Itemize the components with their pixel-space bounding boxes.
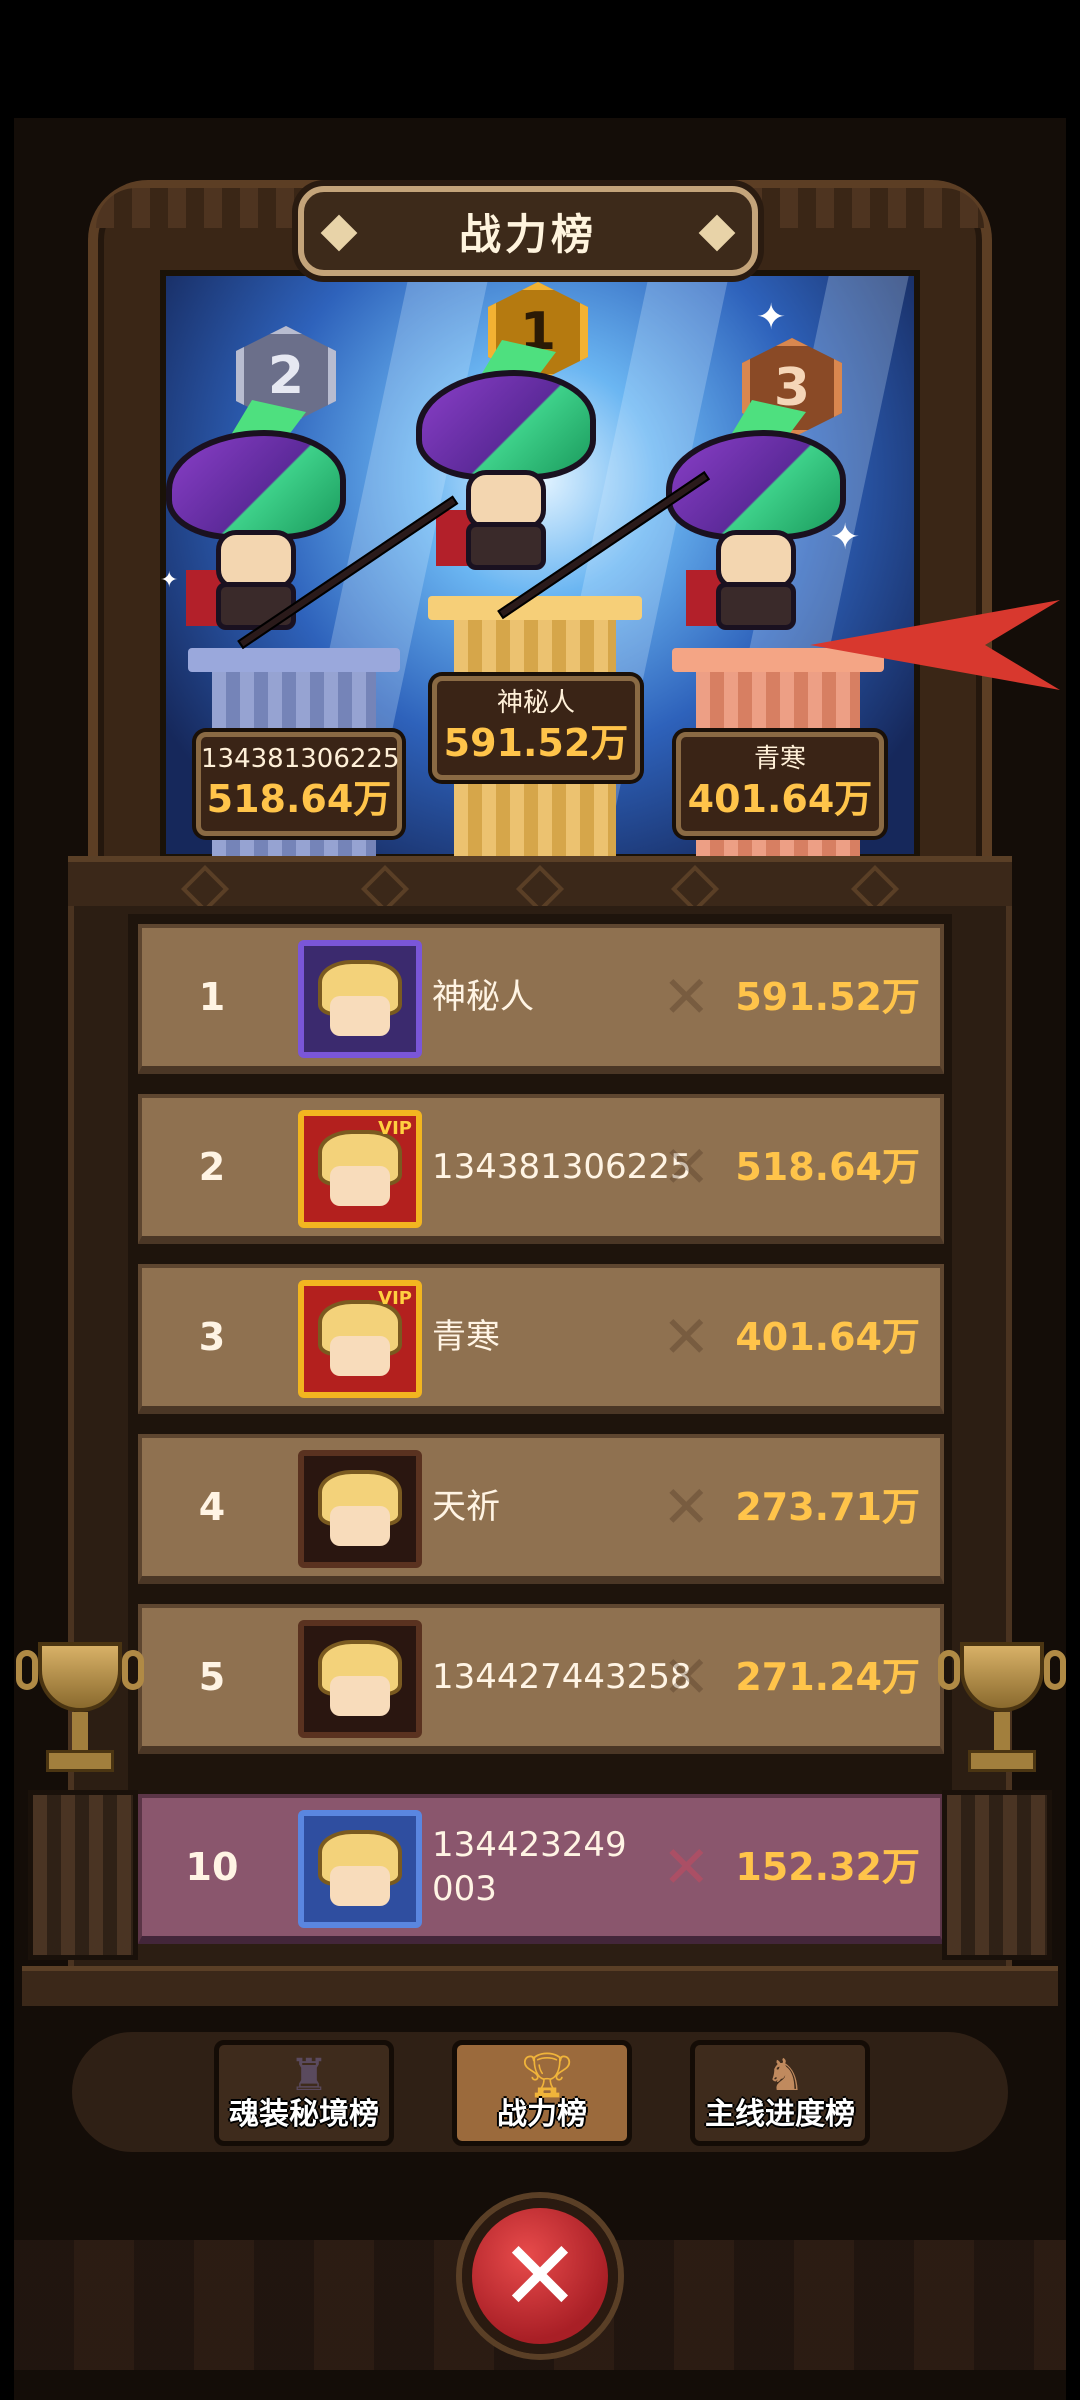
podium-hero-second [146,400,366,630]
crossed-swords-icon: ✕ [662,1303,711,1371]
podium-player-power: 591.52万 [443,721,629,765]
tab-label: 魂装秘境榜 [229,2097,379,2132]
player-name: 神秘人 [432,977,534,1017]
player-power: 518.64万 [735,1145,920,1189]
podium-player-name: 134381306225 [201,744,400,774]
tab-label: 主线进度榜 [705,2097,855,2132]
podium-hero-third [646,400,866,630]
player-power: 271.24万 [735,1655,920,1699]
podium-player-name: 青寒 [753,744,806,774]
player-avatar[interactable] [298,1450,422,1568]
vip-badge: VIP [378,1288,412,1309]
crossed-swords-icon: ✕ [662,963,711,1031]
right-pedestal [942,1790,1052,1960]
my-ranking-row[interactable]: 10 134423249003 ✕ 152.32万 [138,1794,944,1944]
crossed-swords-icon: ✕ [662,1473,711,1541]
podium-player-name: 神秘人 [496,688,575,718]
player-power: 152.32万 [735,1845,920,1889]
diamond-ornament-icon [698,214,736,252]
player-power: 273.71万 [735,1485,920,1529]
ranking-row[interactable]: 3 VIP 青寒 ✕ 401.64万 [138,1264,944,1414]
rank-number: 2 [198,1145,226,1189]
sparkle-icon: ✦ [756,297,787,338]
crossed-swords-icon: ✕ [662,1643,711,1711]
podium-score-first: 神秘人 591.52万 [432,676,640,780]
ranking-row[interactable]: 2 VIP 134381306225 ✕ 518.64万 [138,1094,944,1244]
left-pedestal [28,1790,138,1960]
player-name: 134381306225 [432,1147,692,1187]
close-button[interactable]: ✕ [462,2198,618,2354]
player-avatar[interactable] [298,1810,422,1928]
player-avatar[interactable] [298,1620,422,1738]
leaderboard-title-banner: 战力榜 [298,186,758,276]
page-title: 战力榜 [458,209,597,259]
player-name: 134427443258 [432,1657,692,1697]
rank-number: 5 [198,1655,226,1699]
tab-soul-gear-realm-ranking[interactable]: ♜ 魂装秘境榜 [214,2040,394,2146]
player-power: 591.52万 [735,975,920,1019]
close-icon: ✕ [499,2220,581,2332]
ranking-row[interactable]: 1 神秘人 ✕ 591.52万 [138,924,944,1074]
podium-player-power: 518.64万 [206,777,392,821]
podium-score-third: 青寒 401.64万 [676,732,884,836]
player-avatar[interactable]: VIP [298,1110,422,1228]
list-top-ornament [68,856,1012,914]
rank-number: 1 [198,975,226,1019]
tab-main-progress-ranking[interactable]: ♞ 主线进度榜 [690,2040,870,2146]
player-name: 青寒 [432,1317,500,1357]
crossed-swords-icon: ✕ [662,1133,711,1201]
tab-label: 战力榜 [497,2097,587,2132]
ranking-row[interactable]: 5 134427443258 ✕ 271.24万 [138,1604,944,1754]
player-avatar[interactable] [298,940,422,1058]
tab-power-ranking[interactable]: 🏆︎ 战力榜 [452,2040,632,2146]
player-name: 天祈 [432,1487,500,1527]
vip-badge: VIP [378,1118,412,1139]
crossed-swords-icon: ✕ [662,1833,711,1901]
ranking-row[interactable]: 4 天祈 ✕ 273.71万 [138,1434,944,1584]
rank-number: 4 [198,1485,226,1529]
rank-number: 3 [198,1315,226,1359]
player-avatar[interactable]: VIP [298,1280,422,1398]
player-name: 134423249003 [432,1825,627,1909]
rank-number: 10 [185,1845,239,1889]
diamond-ornament-icon [320,214,358,252]
podium-player-power: 401.64万 [687,777,873,821]
player-power: 401.64万 [735,1315,920,1359]
list-bottom-ornament [22,1966,1058,2006]
podium-score-second: 134381306225 518.64万 [196,732,402,836]
podium-hero-first [396,340,616,570]
